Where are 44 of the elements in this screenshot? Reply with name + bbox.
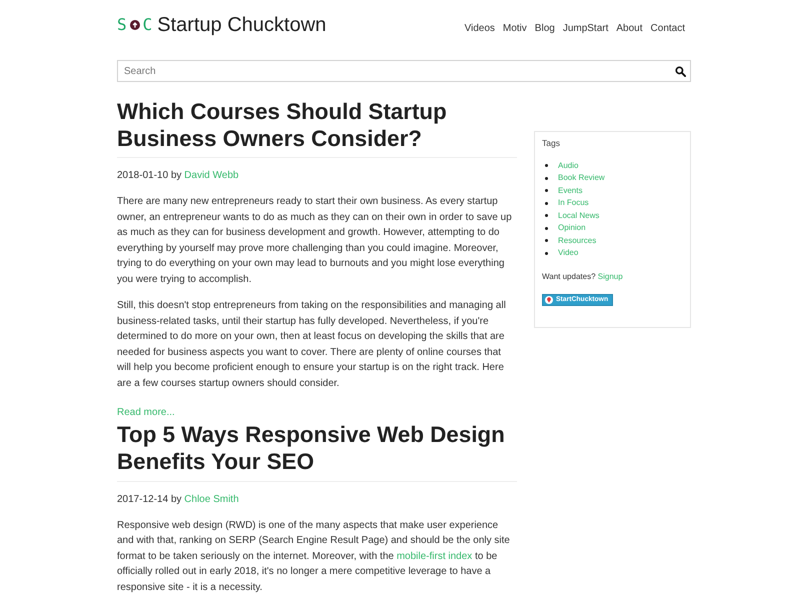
- nav-link[interactable]: About: [612, 21, 647, 37]
- search-field[interactable]: Search: [117, 60, 691, 82]
- nav-link[interactable]: JumpStart: [558, 21, 612, 37]
- nav-link[interactable]: Motiv: [498, 21, 531, 37]
- updates-text: Want updates? Signup: [542, 270, 624, 283]
- tag-link[interactable]: In Focus: [558, 197, 589, 210]
- article-paragraph: Responsive web design (RWD) is one of the many aspects that make user experience and with that, ranking on SERP (Search Engine Result Page) and should be the only site format to be taken seriously on the internet. Moreover, with the mobile-first index to be officially rolled out in early 2018, it's no longer a mere competitive leverage to have a responsive site - it is a necessity.: [117, 518, 511, 596]
- signup-link[interactable]: Signup: [598, 272, 623, 281]
- search-icon: [674, 66, 686, 76]
- tag-link[interactable]: Local News: [558, 210, 600, 222]
- bullet-icon: [545, 239, 548, 242]
- tag-link[interactable]: Resources: [558, 234, 596, 248]
- logo-letter: C: [142, 14, 152, 36]
- nav-link[interactable]: Contact: [646, 21, 689, 37]
- article-title[interactable]: Which Courses Should Startup Business Owners Consider?: [117, 98, 517, 152]
- bullet-icon: [545, 176, 548, 180]
- tag-link[interactable]: Book Review: [558, 172, 605, 185]
- arrow-circle-icon: [130, 20, 140, 30]
- nav-link[interactable]: Videos: [460, 21, 499, 37]
- logo-letter: S: [117, 14, 127, 36]
- author-link[interactable]: Chloe Smith: [184, 494, 239, 505]
- post-meta: 2017-12-14 by Chloe Smith: [117, 492, 240, 507]
- tag-link[interactable]: Events: [558, 184, 582, 198]
- bullet-icon: [545, 202, 548, 205]
- tag-link[interactable]: Audio: [558, 160, 578, 172]
- post-meta: 2018-01-10 by David Webb: [117, 169, 240, 183]
- bullet-icon: [545, 214, 548, 218]
- sidebar-heading: Tags: [542, 137, 561, 149]
- article-paragraph: There are many new entrepreneurs ready to start their own business. As every startup owner, an entrepreneur wants to do as much as they can on their own in order to save up as much as they can for business development and growth. However, attempting to do everything by yourself may prove more challenging than you could imagine. Moreover, trying to do everything on your own may lead to burnouts and you might lose everything you were trying to accomplish.: [117, 194, 513, 287]
- bullet-icon: [545, 252, 548, 255]
- tag-link[interactable]: Video: [558, 247, 578, 260]
- bullet-icon: [545, 226, 548, 230]
- nav-link[interactable]: Blog: [530, 21, 559, 37]
- bullet-icon: [545, 164, 548, 168]
- site-title[interactable]: Startup Chucktown: [157, 13, 326, 37]
- search-button[interactable]: [674, 65, 686, 77]
- inline-link[interactable]: mobile-first index: [396, 550, 472, 562]
- tag-link[interactable]: Opinion: [558, 222, 586, 235]
- article-title[interactable]: Top 5 Ways Responsive Web Design Benefits Your SEO: [117, 421, 517, 476]
- author-link[interactable]: David Webb: [184, 170, 239, 181]
- bullet-icon: [545, 189, 548, 192]
- pin-icon: [545, 296, 553, 304]
- read-more-link[interactable]: Read more...: [117, 404, 175, 420]
- article-paragraph: Still, this doesn't stop entrepreneurs from taking on the responsibilities and managing all business-related tasks, until their startup has fully developed. Nevertheless, if you're determined to do more on your own, then at least focus on developing the skills that are needed for business aspects you want to cover. There are plenty of online courses that will help you become proficient enough to ensure your startup is on the right track. Here are a few courses startup owners should consider.: [117, 298, 507, 391]
